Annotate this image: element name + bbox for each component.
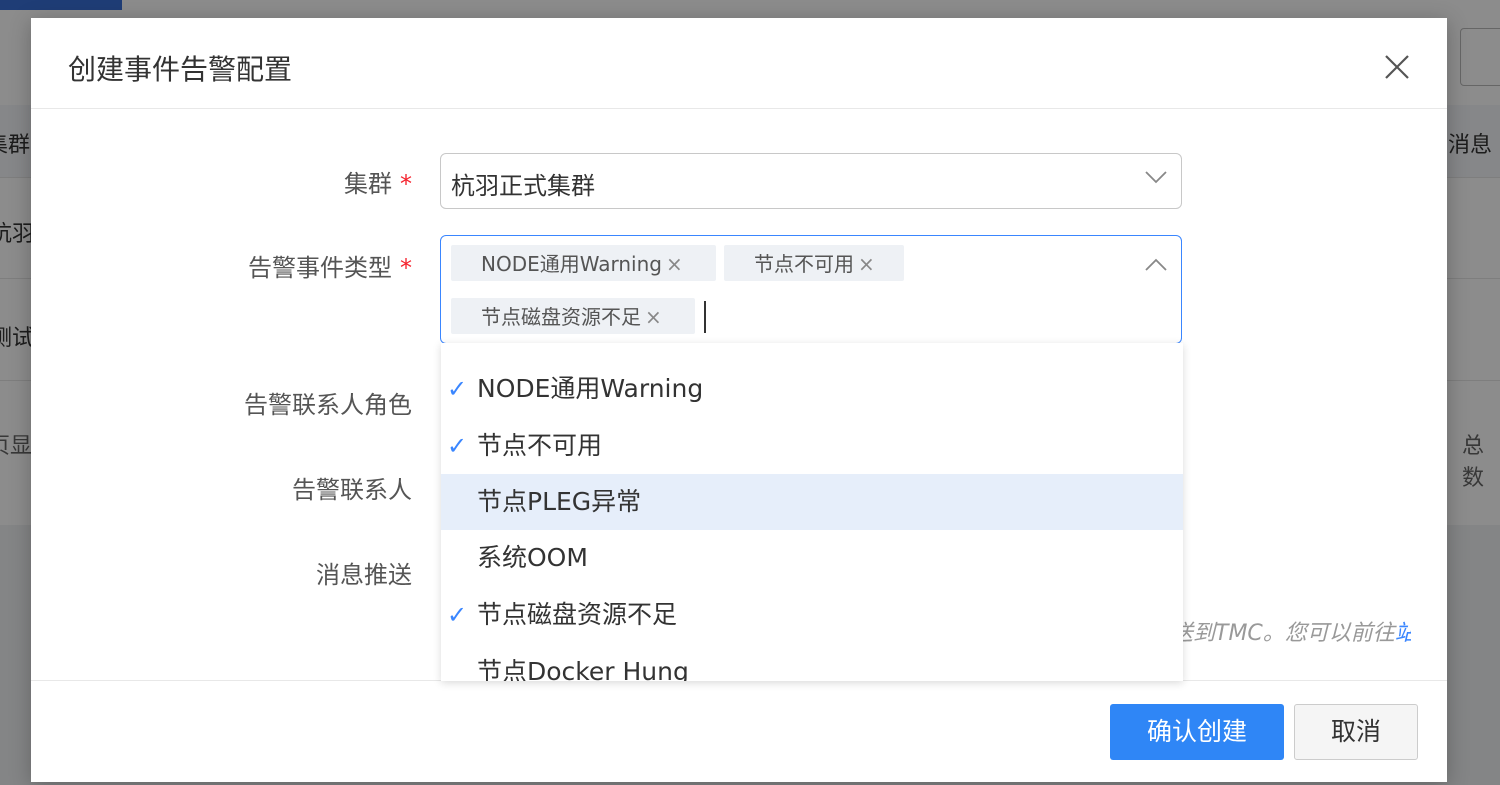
dropdown-option[interactable]: ✓ NODE通用Warning <box>441 361 1183 417</box>
cancel-button[interactable]: 取消 <box>1294 704 1418 760</box>
dialog-title: 创建事件告警配置 <box>68 53 293 86</box>
selected-tag: NODE通用Warning × <box>451 245 716 281</box>
tag-remove-icon[interactable]: × <box>858 252 875 276</box>
close-icon[interactable] <box>1381 51 1413 83</box>
cluster-select-value: 杭羽正式集群 <box>451 172 595 200</box>
contact-role-label: 告警联系人角色 <box>244 391 412 419</box>
event-type-select[interactable]: NODE通用Warning × 节点不可用 × 节点磁盘资源不足 × <box>440 235 1182 344</box>
dropdown-option[interactable]: 节点PLEG异常 <box>441 474 1183 530</box>
tag-remove-icon[interactable]: × <box>645 305 662 329</box>
check-icon: ✓ <box>447 601 468 629</box>
required-mark: * <box>400 170 412 198</box>
header-divider <box>31 108 1447 109</box>
dropdown-option[interactable]: 节点Docker Hung <box>441 644 1183 681</box>
dropdown-option[interactable]: 系统OOM <box>441 530 1183 586</box>
dropdown-option[interactable]: ✓ 节点磁盘资源不足 <box>441 587 1183 643</box>
tag-remove-icon[interactable]: × <box>666 252 683 276</box>
event-type-label: 告警事件类型 * <box>248 254 412 282</box>
push-help-text: 送到TMC。您可以前往站 <box>1171 615 1411 647</box>
text-caret <box>704 301 706 333</box>
chevron-down-icon <box>1145 171 1167 184</box>
check-icon: ✓ <box>447 432 468 460</box>
chevron-up-icon <box>1145 258 1167 271</box>
cluster-select[interactable]: 杭羽正式集群 <box>440 153 1182 209</box>
confirm-create-button[interactable]: 确认创建 <box>1110 704 1284 760</box>
required-mark: * <box>400 254 412 282</box>
selected-tag: 节点不可用 × <box>724 245 904 281</box>
event-type-dropdown: ✓ NODE通用Warning ✓ 节点不可用 节点PLEG异常 系统OOM ✓… <box>441 343 1183 681</box>
selected-tag: 节点磁盘资源不足 × <box>451 298 695 334</box>
contact-label: 告警联系人 <box>292 476 412 504</box>
help-link[interactable]: 站 <box>1395 621 1411 646</box>
check-icon: ✓ <box>447 375 468 403</box>
message-push-label: 消息推送 <box>316 561 412 589</box>
cluster-label: 集群 * <box>344 170 412 198</box>
dropdown-option[interactable]: ✓ 节点不可用 <box>441 418 1183 474</box>
